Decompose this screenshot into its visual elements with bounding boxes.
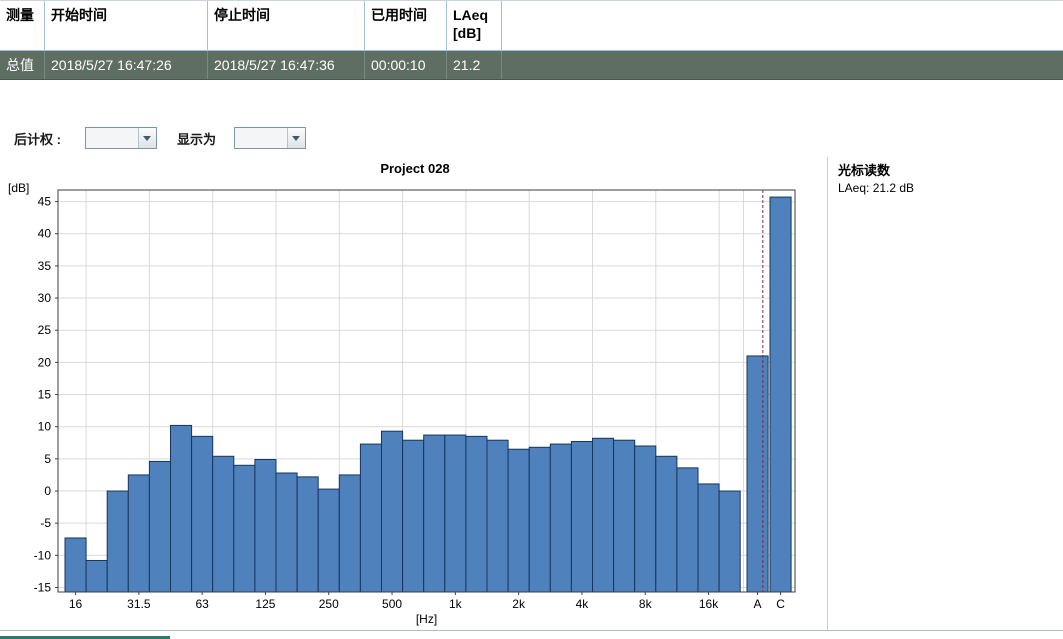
spectrum-bar[interactable] xyxy=(676,467,699,593)
spectrum-bar[interactable] xyxy=(697,483,720,593)
spectrum-bar[interactable] xyxy=(317,488,340,593)
col-header-laeq: LAeq [dB] xyxy=(447,1,502,50)
y-tick-label: 15 xyxy=(38,388,52,402)
spectrum-bar[interactable] xyxy=(64,537,87,593)
spectrum-bar[interactable] xyxy=(148,460,171,593)
a-weight-bar[interactable] xyxy=(746,355,769,593)
x-axis-title: [Hz] xyxy=(416,612,437,626)
spectrum-bar[interactable] xyxy=(338,474,361,593)
post-weighting-label: 后计权 : xyxy=(14,131,61,147)
bottom-panel-border xyxy=(0,630,1063,631)
y-tick-label: 5 xyxy=(44,452,51,466)
spectrum-bar[interactable] xyxy=(127,474,150,593)
spectrum-bar[interactable] xyxy=(655,455,678,593)
spectrum-bar[interactable] xyxy=(381,430,404,593)
spectrum-bar[interactable] xyxy=(528,446,551,593)
y-axis-title: [dB] xyxy=(8,181,29,195)
cell-elapsed-time: 00:00:10 xyxy=(365,51,447,79)
c-weight-bar[interactable] xyxy=(769,196,792,593)
post-weighting-value xyxy=(86,128,138,148)
controls-bar: 后计权 : 显示为 xyxy=(0,126,306,150)
x-tick-label: 4k xyxy=(576,597,590,611)
x-tick-label: 8k xyxy=(639,597,653,611)
x-tick-label: 125 xyxy=(255,597,275,611)
spectrum-bar[interactable] xyxy=(507,448,530,593)
x-tick-label: 16k xyxy=(699,597,719,611)
y-tick-label: 30 xyxy=(38,291,52,305)
spectrum-bar[interactable] xyxy=(486,439,509,593)
x-tick-label: 1k xyxy=(449,597,463,611)
x-tick-label: 63 xyxy=(195,597,209,611)
measurement-table: 测量 开始时间 停止时间 已用时间 LAeq [dB] 总值 2018/5/27… xyxy=(0,0,1063,80)
spectrum-bar[interactable] xyxy=(170,424,193,593)
spectrum-bar[interactable] xyxy=(465,435,488,593)
spectrum-bar[interactable] xyxy=(191,435,214,593)
spectrum-bar[interactable] xyxy=(402,439,425,593)
spectrum-bar[interactable] xyxy=(85,559,108,593)
cell-measurement: 总值 xyxy=(0,51,45,79)
x-tick-label: 31.5 xyxy=(127,597,151,611)
col-header-filler xyxy=(502,1,1063,50)
x-tick-label: 250 xyxy=(319,597,339,611)
spectrum-bar[interactable] xyxy=(212,455,235,593)
cell-stop-time: 2018/5/27 16:47:36 xyxy=(208,51,365,79)
spectrum-bar[interactable] xyxy=(634,445,657,593)
col-header-stop-time: 停止时间 xyxy=(208,1,365,50)
col-header-elapsed-time: 已用时间 xyxy=(365,1,447,50)
display-as-select[interactable] xyxy=(233,127,306,149)
spectrum-bar[interactable] xyxy=(359,443,382,593)
spectrum-bar[interactable] xyxy=(296,476,319,593)
spectrum-bar[interactable] xyxy=(549,443,572,593)
cell-filler xyxy=(502,51,1063,79)
x-tick-label: 16 xyxy=(69,597,83,611)
spectrum-bar[interactable] xyxy=(444,434,467,593)
spectrum-bar[interactable] xyxy=(570,440,594,593)
chevron-down-icon xyxy=(137,128,156,148)
display-as-value xyxy=(235,128,287,148)
x-tick-label: 2k xyxy=(512,597,526,611)
panel-divider xyxy=(827,157,828,630)
y-tick-label: 40 xyxy=(38,227,52,241)
table-row-total[interactable]: 总值 2018/5/27 16:47:26 2018/5/27 16:47:36… xyxy=(0,51,1063,80)
cell-laeq: 21.2 xyxy=(447,51,502,79)
post-weighting-select[interactable] xyxy=(84,127,157,149)
spectrum-bar[interactable] xyxy=(613,439,636,593)
spectrum-chart[interactable]: -15 -10 -5 0 5 10 15 20 25 30 35 40 45 16 31.5 63 125 250… xyxy=(0,180,830,630)
y-tick-label: -15 xyxy=(34,580,52,594)
col-header-start-time: 开始时间 xyxy=(45,1,208,50)
cursor-readout-title: 光标读数 xyxy=(838,163,891,178)
col-header-measurement: 测量 xyxy=(0,1,45,50)
spectrum-chart-panel: Project 028 -15 -10 -5 0 5 10 15 20 25 30 35 40 45 16… xyxy=(0,158,830,630)
y-tick-label: 20 xyxy=(38,355,52,369)
spectrum-bar[interactable] xyxy=(592,437,615,593)
y-tick-label: 25 xyxy=(38,323,52,337)
spectrum-bar[interactable] xyxy=(718,490,741,593)
spectrum-bar[interactable] xyxy=(423,434,446,593)
chart-title: Project 028 xyxy=(380,161,450,176)
spectrum-bar[interactable] xyxy=(233,464,256,593)
y-tick-label: 0 xyxy=(44,484,51,498)
display-as-label: 显示为 xyxy=(176,131,216,147)
y-tick-label: 35 xyxy=(38,259,52,273)
cursor-readout-panel: 光标读数 LAeq: 21.2 dB xyxy=(838,163,914,195)
table-header-row: 测量 开始时间 停止时间 已用时间 LAeq [dB] xyxy=(0,0,1063,51)
x-tick-label: C xyxy=(776,597,785,611)
cell-start-time: 2018/5/27 16:47:26 xyxy=(45,51,208,79)
y-tick-label: -5 xyxy=(40,516,51,530)
x-tick-label: A xyxy=(754,597,762,611)
x-tick-label: 500 xyxy=(382,597,402,611)
y-tick-label: 10 xyxy=(38,420,52,434)
y-tick-label: 45 xyxy=(38,195,52,209)
spectrum-bar[interactable] xyxy=(106,490,129,593)
y-tick-label: -10 xyxy=(34,548,52,562)
spectrum-bar[interactable] xyxy=(275,472,298,593)
cursor-readout-value: LAeq: 21.2 dB xyxy=(838,181,915,195)
spectrum-bar[interactable] xyxy=(254,459,277,593)
chevron-down-icon xyxy=(286,128,305,148)
